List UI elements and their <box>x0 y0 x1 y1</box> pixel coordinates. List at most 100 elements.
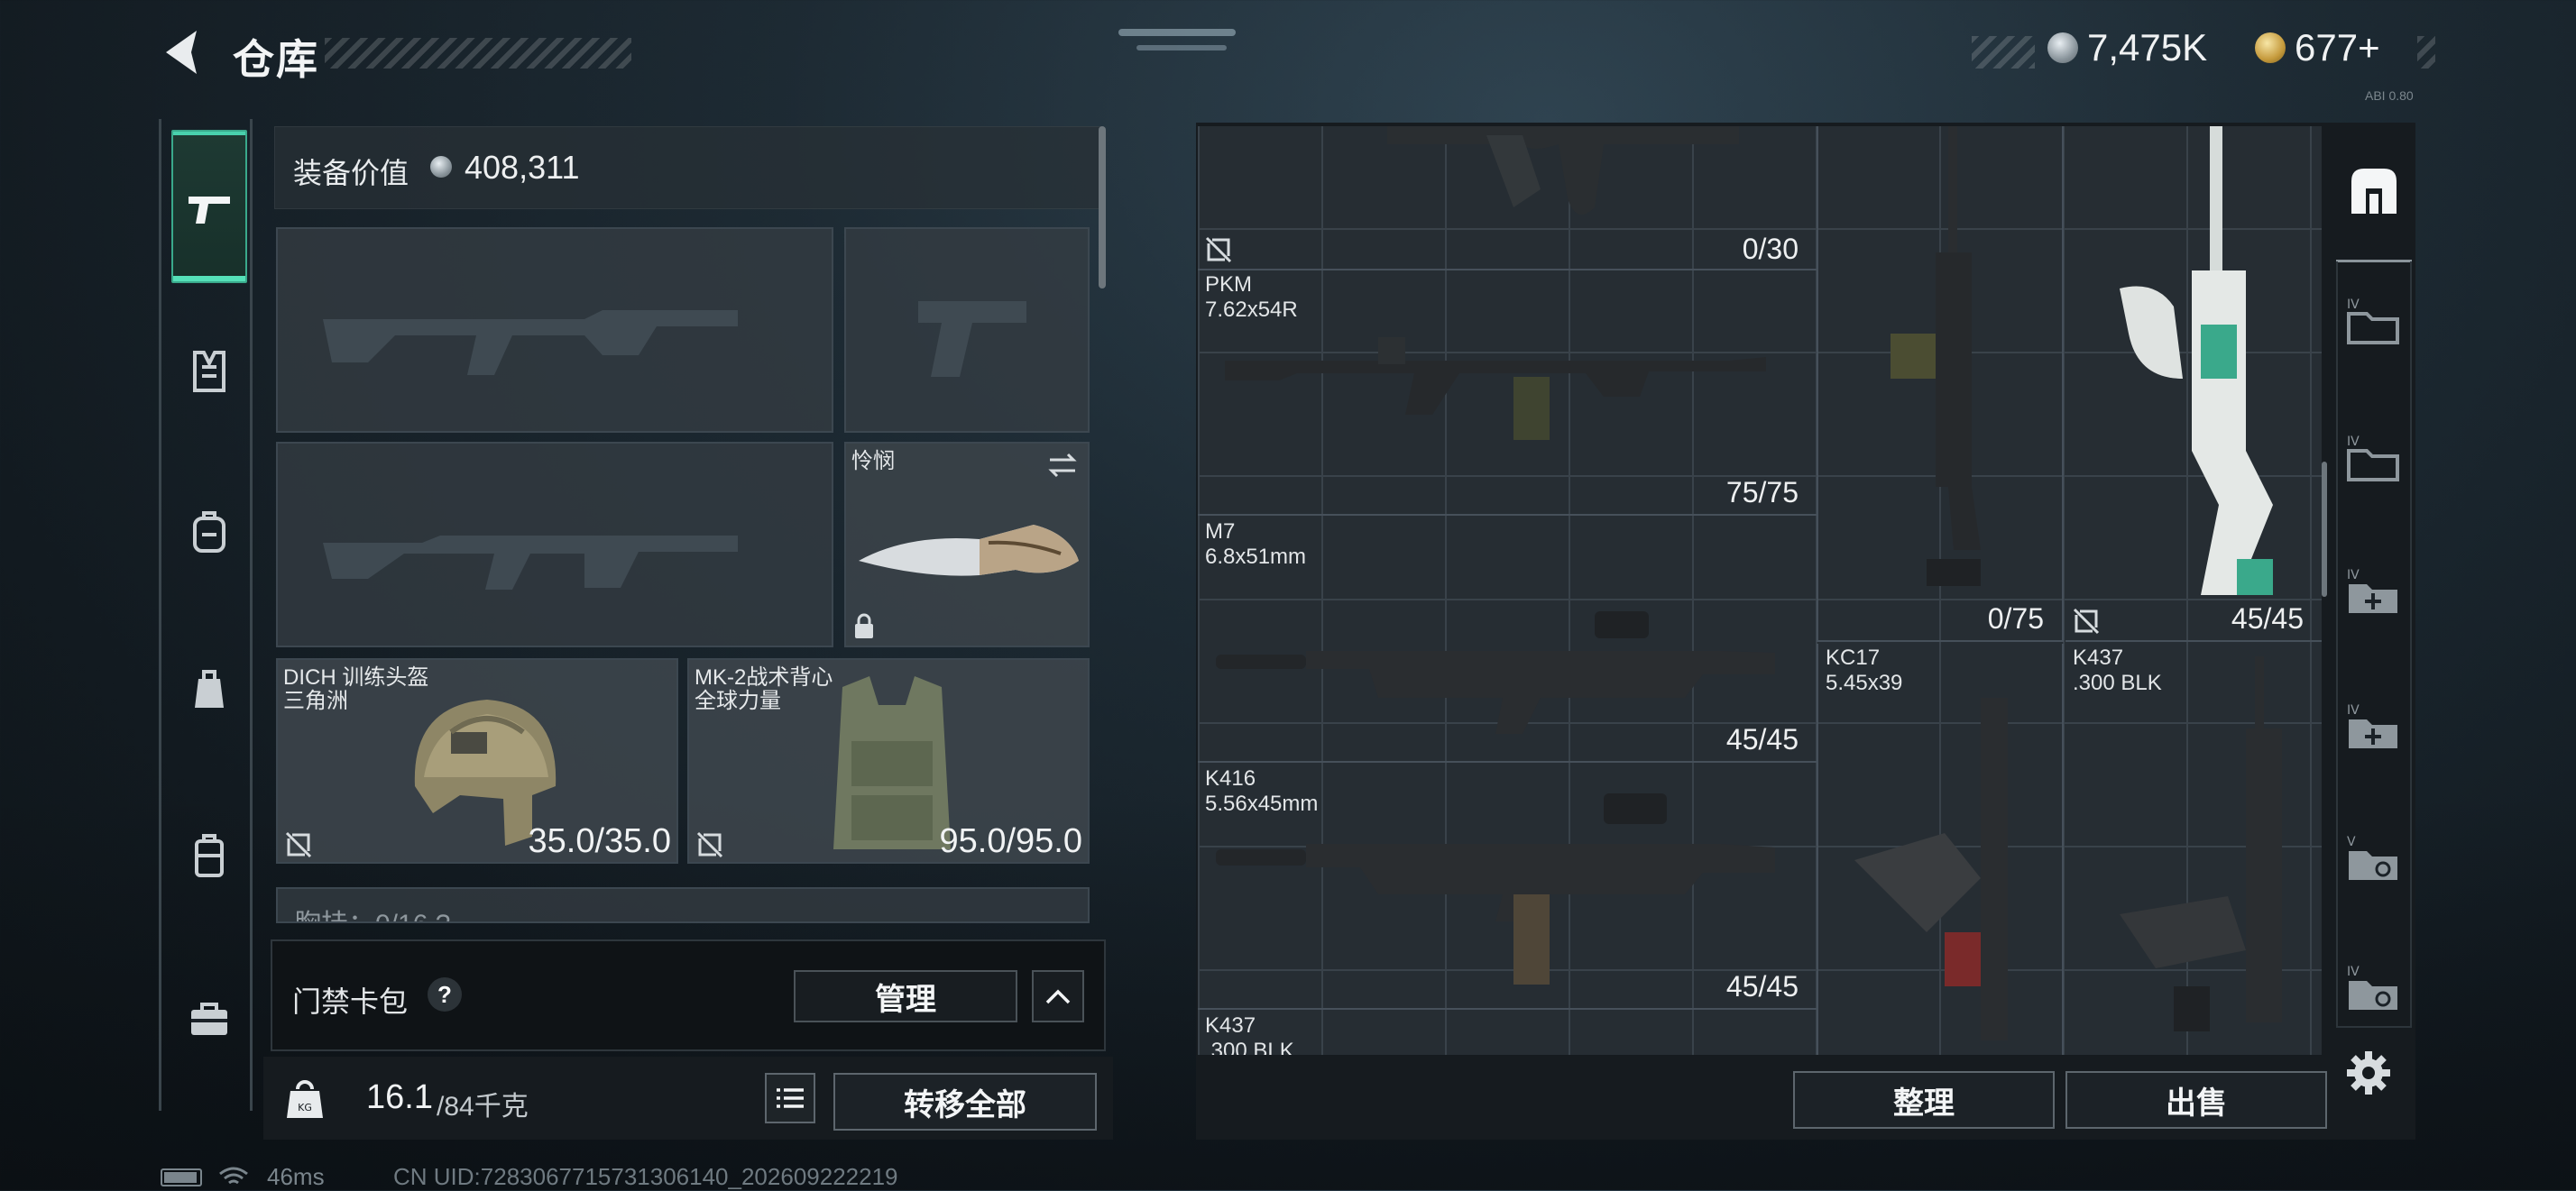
ammo-count: 45/45 <box>2231 602 2304 635</box>
sell-button[interactable]: 出售 <box>2065 1071 2327 1129</box>
k437-image <box>2120 656 2282 1031</box>
tab-storage-iv[interactable]: IV <box>2340 956 2408 1021</box>
weapon-tile-k437[interactable]: K437 .300 BLK <box>2065 644 2322 1055</box>
tab-group-frame <box>2336 261 2412 1028</box>
nav-toolbox[interactable] <box>171 981 247 1057</box>
nav-backpack[interactable] <box>171 494 247 570</box>
equipment-value-label: 装备价值 <box>293 157 409 189</box>
weapon-caliber: 7.62x54R <box>1205 298 1298 322</box>
equipment-value-bar: 装备价值 408,311 <box>274 126 1102 209</box>
svg-text:IV: IV <box>2347 435 2360 449</box>
weapon-tile-k437-bottom[interactable]: K437 .300 BLK <box>1198 1012 1817 1055</box>
nav-vest[interactable] <box>171 334 247 409</box>
primary-weapon-slot[interactable] <box>276 227 833 433</box>
weight-current: 16.1 <box>366 1078 433 1116</box>
manage-button[interactable]: 管理 <box>794 970 1017 1022</box>
help-icon[interactable]: ? <box>428 977 462 1012</box>
folder-icon: IV <box>2347 298 2399 344</box>
weight-bar: KG 16.1 /84千克 转移全部 <box>263 1057 1113 1140</box>
chest-rig-slot[interactable]: 胸挂：0/16 ? <box>276 887 1090 923</box>
rifle-image <box>1387 126 1739 215</box>
pistol-icon <box>189 197 230 224</box>
list-view-button[interactable] <box>765 1073 815 1123</box>
secondary-weapon-slot[interactable] <box>276 442 833 647</box>
silver-amount: 7,475K <box>2087 26 2208 69</box>
rifle-silhouette-icon <box>323 536 738 590</box>
no-insurance-icon <box>2073 608 2100 635</box>
storage-scrollbar[interactable] <box>2322 462 2327 597</box>
weapon-tile-vertical[interactable]: 45/45 <box>2065 126 2322 642</box>
weight-icon: KG <box>287 1080 323 1118</box>
swap-icon[interactable] <box>1046 453 1079 478</box>
tab-warehouse[interactable] <box>2340 159 2408 224</box>
vest-name: MK-2战术背心 <box>695 665 833 690</box>
helmet-sub: 三角洲 <box>283 689 348 713</box>
silver-coin-icon <box>430 156 452 178</box>
backpack-icon <box>193 511 225 553</box>
chest-rig-label: 胸挂：0/16 ? <box>294 902 450 921</box>
gear-icon <box>2347 1051 2390 1095</box>
no-insurance-icon <box>285 831 312 858</box>
warehouse-icon <box>2351 169 2397 214</box>
pistol-silhouette-icon <box>918 301 1026 377</box>
silver-coin-icon <box>2047 32 2078 63</box>
lmg-image <box>1891 126 1981 586</box>
knife-image <box>859 525 1079 576</box>
battery-icon <box>161 1168 202 1186</box>
list-icon <box>777 1088 804 1108</box>
ping: 46ms <box>267 1163 325 1190</box>
weapon-tile-vertical[interactable]: 0/75 <box>1817 126 2064 642</box>
m7-image <box>1216 611 1775 734</box>
armor-slot[interactable]: MK-2战术背心 全球力量 95.0/95.0 <box>687 658 1090 864</box>
settings-button[interactable] <box>2343 1048 2394 1098</box>
weapon-tile-m7[interactable]: M7 6.8x51mm 45/45 <box>1198 518 1817 763</box>
weapon-caliber: 5.45x39 <box>1826 671 1903 695</box>
svg-text:IV: IV <box>2347 568 2360 582</box>
weapon-name: K437 <box>1205 1013 1256 1038</box>
gold-currency[interactable]: 677+ <box>2255 23 2380 72</box>
equipment-scrollbar[interactable] <box>1099 126 1106 289</box>
weapon-name: PKM <box>1205 272 1253 297</box>
svg-text:IV: IV <box>2347 298 2360 312</box>
ammo-count: 45/45 <box>1725 723 1799 756</box>
folder-search-icon: IV <box>2347 965 2397 1010</box>
tab-add-storage-1[interactable]: IV <box>2340 559 2408 624</box>
currency-decoration <box>2417 36 2435 69</box>
transfer-all-button[interactable]: 转移全部 <box>833 1073 1097 1131</box>
ammo-count: 0/30 <box>1742 233 1799 265</box>
weapon-tile[interactable]: 0/30 <box>1198 126 1817 270</box>
ceiling-light <box>1118 29 1236 36</box>
keycard-bar: 门禁卡包 ? 管理 <box>271 939 1106 1051</box>
smg-image <box>2120 126 2273 595</box>
tab-storage-1[interactable]: IV <box>2340 289 2408 353</box>
equipment-value: 408,311 <box>465 149 580 186</box>
back-button[interactable] <box>155 25 209 79</box>
melee-slot[interactable]: 怜悯 <box>844 442 1090 647</box>
nav-rig[interactable] <box>171 651 247 727</box>
svg-text:IV: IV <box>2347 703 2360 718</box>
ammo-count: 0/75 <box>1987 602 2044 635</box>
tab-add-storage-2[interactable]: IV <box>2340 694 2408 759</box>
keycard-label: 门禁卡包 <box>292 985 409 1018</box>
weapon-caliber: .300 BLK <box>1205 1039 1294 1055</box>
sort-button[interactable]: 整理 <box>1793 1071 2055 1129</box>
svg-text:IV: IV <box>2347 965 2360 979</box>
nav-case[interactable] <box>171 819 247 894</box>
weapon-tile-k416[interactable]: K416 5.56x45mm 45/45 <box>1198 765 1817 1010</box>
nav-weapons-item[interactable] <box>171 171 247 247</box>
tab-storage-v[interactable]: V <box>2340 826 2408 891</box>
no-insurance-icon <box>696 831 723 858</box>
melee-name: 怜悯 <box>851 449 895 473</box>
folder-plus-icon: IV <box>2347 568 2397 613</box>
folder-icon: IV <box>2347 435 2399 481</box>
weapon-tile-kc17[interactable]: KC17 5.45x39 <box>1817 644 2064 1055</box>
ammo-count: 75/75 <box>1725 476 1799 508</box>
gold-amount: 677+ <box>2295 26 2380 69</box>
weapon-tile-pkm[interactable]: PKM 7.62x54R 75/75 <box>1198 270 1817 516</box>
sidearm-slot[interactable] <box>844 227 1090 433</box>
lock-icon <box>855 613 873 638</box>
helmet-slot[interactable]: DICH 训练头盔 三角洲 35.0/35.0 <box>276 658 678 864</box>
tab-storage-2[interactable]: IV <box>2340 426 2408 490</box>
silver-currency[interactable]: 7,475K <box>2047 23 2207 72</box>
expand-button[interactable] <box>1032 970 1084 1022</box>
